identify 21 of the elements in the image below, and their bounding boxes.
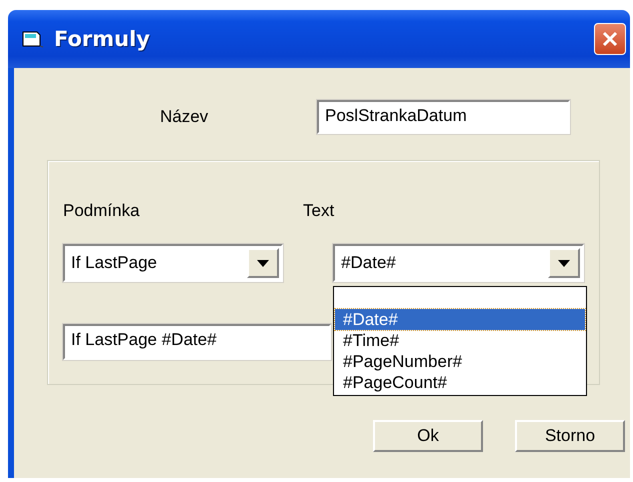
close-button[interactable] xyxy=(594,23,626,55)
caret-icon xyxy=(257,260,270,266)
dialog-button[interactable]: Storno xyxy=(515,420,625,452)
field-label: Text xyxy=(303,201,334,221)
caret-icon xyxy=(558,260,570,266)
field-label: Název xyxy=(160,107,210,127)
dropdown[interactable]: #Date# xyxy=(333,244,584,282)
input-field[interactable]: PoslStrankaDatum xyxy=(317,100,570,134)
input-field[interactable]: If LastPage #Date# xyxy=(63,324,331,360)
dropdown-option[interactable]: #PageNumber# xyxy=(335,351,585,372)
dialog-button[interactable]: Ok xyxy=(373,420,483,452)
field-label: Podmínka xyxy=(63,201,141,221)
dropdown[interactable]: If LastPage xyxy=(63,244,284,282)
dropdown-arrow-button[interactable] xyxy=(247,248,280,278)
close-icon xyxy=(601,30,619,48)
dropdown-option[interactable]: #Date# xyxy=(335,309,585,330)
dropdown-option[interactable]: #PageCount# xyxy=(335,372,585,393)
dropdown-option[interactable]: #Time# xyxy=(335,330,585,351)
dropdown-arrow-button[interactable] xyxy=(548,248,580,278)
window-title: Formuly xyxy=(54,27,151,51)
window-icon xyxy=(22,30,44,48)
